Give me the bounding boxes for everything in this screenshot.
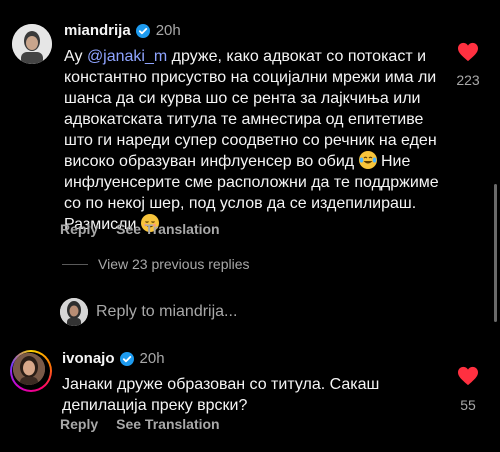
verified-badge-icon [119, 351, 134, 366]
avatar-miandrija[interactable] [12, 24, 52, 64]
mention-link[interactable]: @janaki_m [87, 48, 167, 65]
comment-header: ivonajo 20h [62, 350, 165, 367]
comment-actions: Reply See Translation [60, 416, 220, 432]
like-heart-icon[interactable] [457, 366, 479, 391]
like-count: 223 [456, 72, 480, 88]
comment-text-part: Ау [64, 48, 87, 65]
reply-input[interactable]: Reply to miandrija... [96, 303, 237, 321]
current-user-avatar [60, 298, 88, 326]
see-translation-button[interactable]: See Translation [116, 221, 219, 237]
comment-header: miandrija 20h [64, 22, 181, 39]
verified-badge-icon [135, 23, 150, 38]
like-heart-icon[interactable] [457, 42, 479, 67]
replies-divider [62, 264, 88, 265]
reply-button[interactable]: Reply [60, 416, 98, 432]
avatar-ivonajo[interactable] [10, 350, 52, 392]
tears-of-joy-emoji-icon [358, 151, 377, 169]
like-count: 55 [460, 397, 476, 413]
view-replies-link[interactable]: View 23 previous replies [98, 256, 250, 272]
comment-text-part: друже, како адвокат со потокаст и конста… [64, 48, 437, 170]
reply-button[interactable]: Reply [60, 221, 98, 237]
see-translation-button[interactable]: See Translation [116, 416, 219, 432]
avatar-image [13, 353, 45, 385]
comment-actions: Reply See Translation [60, 221, 220, 237]
comment-text: Јанаки друже образован со титула. Сакаш … [62, 376, 380, 414]
comment-text: Ау @janaki_m друже, како адвокат со пото… [64, 46, 444, 235]
username[interactable]: ivonajo [62, 350, 115, 367]
scrollbar[interactable] [494, 184, 497, 322]
timestamp: 20h [155, 22, 181, 39]
username[interactable]: miandrija [64, 22, 131, 39]
timestamp: 20h [139, 350, 165, 367]
